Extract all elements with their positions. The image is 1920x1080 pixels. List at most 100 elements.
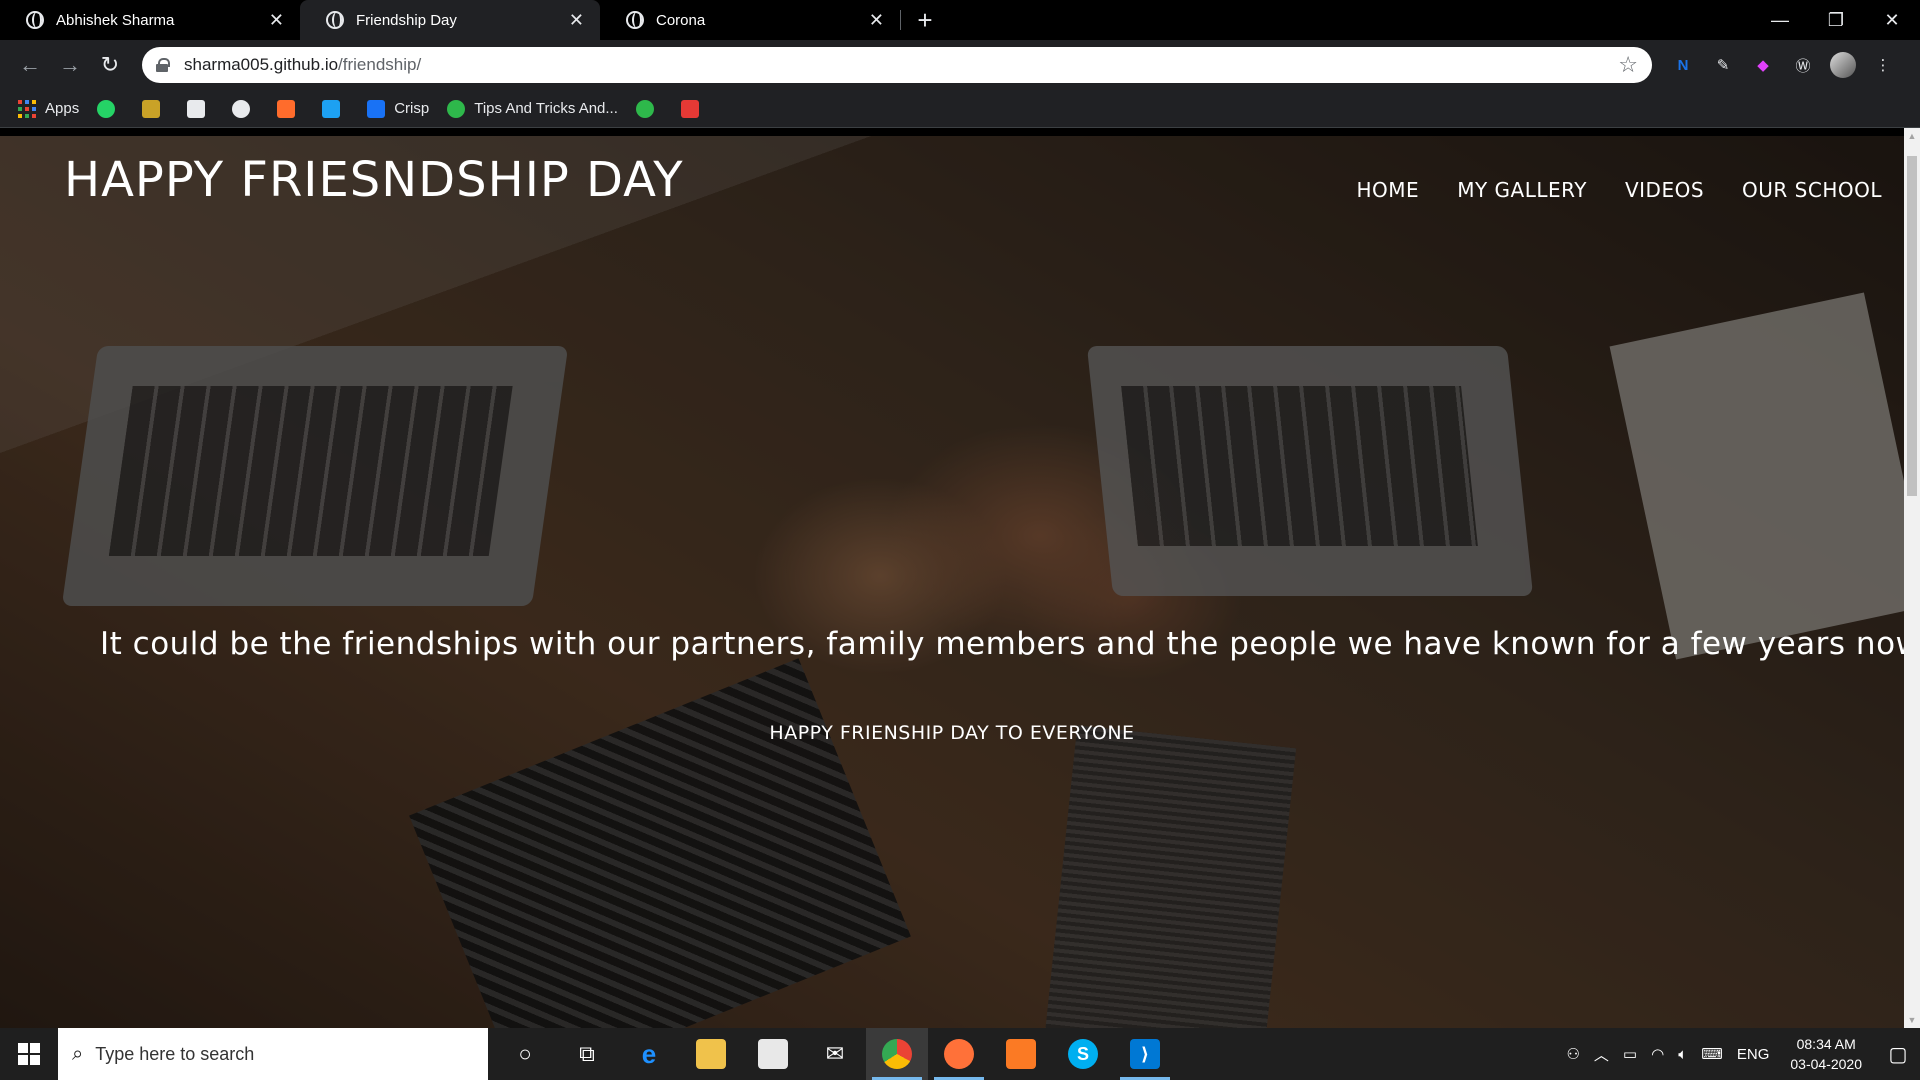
page-viewport: HAPPY FRIESNDSHIP DAY HOME MY GALLERY VI…: [0, 136, 1904, 1028]
firefox-icon[interactable]: [928, 1028, 990, 1080]
system-tray: ⚇ ︿ ▭ ◠ 🔈︎ ⌨ ENG 08:34 AM 03-04-2020 ▢: [1559, 1028, 1920, 1080]
tab-title: Corona: [656, 11, 706, 29]
tab-abhishek-sharma[interactable]: Abhishek Sharma ✕: [0, 0, 300, 40]
taskbar-apps: ○ ⧉ e ✉ S ⟩: [494, 1028, 1176, 1080]
chevron-up-icon[interactable]: ︿: [1594, 1044, 1609, 1065]
search-placeholder: Type here to search: [95, 1043, 255, 1064]
nav-videos[interactable]: VIDEOS: [1625, 178, 1704, 202]
nav-our-school[interactable]: OUR SCHOOL: [1742, 178, 1882, 202]
wifi-icon[interactable]: ◠: [1651, 1045, 1664, 1063]
bookmarks-bar: Apps Crisp Tips And Tricks And...: [0, 90, 1920, 128]
cc-icon: [187, 99, 206, 118]
bookmark-whatsapp[interactable]: [97, 99, 124, 118]
reload-button[interactable]: ↻: [92, 47, 128, 83]
edge-icon[interactable]: e: [618, 1028, 680, 1080]
globe-icon: [626, 11, 644, 29]
notification-icon[interactable]: ▢: [1876, 1042, 1920, 1067]
nav-my-gallery[interactable]: MY GALLERY: [1457, 178, 1587, 202]
clock[interactable]: 08:34 AM 03-04-2020: [1790, 1034, 1862, 1074]
window-controls: — ❐ ✕: [1752, 0, 1920, 40]
forward-button[interactable]: →: [52, 47, 88, 83]
cortana-icon[interactable]: ○: [494, 1028, 556, 1080]
task-view-icon[interactable]: ⧉: [556, 1028, 618, 1080]
back-button[interactable]: ←: [12, 47, 48, 83]
site-title: HAPPY FRIESNDSHIP DAY: [64, 152, 684, 208]
tab-close-icon[interactable]: ✕: [269, 10, 284, 31]
scroll-up-arrow-icon[interactable]: ▲: [1904, 128, 1920, 144]
url-text[interactable]: sharma005.github.io/friendship/: [184, 55, 1618, 75]
extension-n-icon[interactable]: N: [1670, 52, 1696, 78]
xampp-icon[interactable]: [990, 1028, 1052, 1080]
new-tab-button[interactable]: +: [905, 0, 945, 40]
bookmark-globe[interactable]: [232, 99, 259, 118]
profile-avatar[interactable]: [1830, 52, 1856, 78]
bookmark-crisp[interactable]: Crisp: [367, 99, 430, 118]
close-window-button[interactable]: ✕: [1864, 0, 1920, 40]
extension-color-icon[interactable]: ◆: [1750, 52, 1776, 78]
scrollbar-thumb[interactable]: [1907, 156, 1917, 496]
tab-separator: [900, 10, 901, 30]
bookmark-label: Tips And Tricks And...: [474, 100, 618, 117]
bookmark-p[interactable]: [635, 99, 663, 118]
bookmark-red[interactable]: [680, 99, 708, 118]
extension-w-icon[interactable]: Ⓦ: [1790, 52, 1816, 78]
globe-icon: [326, 11, 344, 29]
people-icon[interactable]: ⚇: [1566, 1045, 1579, 1063]
store-icon[interactable]: [742, 1028, 804, 1080]
extensions-area: N ✎ ◆ Ⓦ ⋮: [1670, 52, 1896, 78]
address-bar[interactable]: sharma005.github.io/friendship/ ☆: [142, 47, 1652, 83]
url-path: /friendship/: [338, 55, 422, 74]
minimize-button[interactable]: —: [1752, 0, 1808, 40]
mail-icon[interactable]: ✉: [804, 1028, 866, 1080]
restore-button[interactable]: ❐: [1808, 0, 1864, 40]
scroll-down-arrow-icon[interactable]: ▼: [1904, 1012, 1920, 1028]
bookmark-cc[interactable]: [187, 99, 214, 118]
windows-taskbar: ⌕ Type here to search ○ ⧉ e ✉ S ⟩ ⚇ ︿ ▭ …: [0, 1028, 1920, 1080]
vscode-icon[interactable]: ⟩: [1114, 1028, 1176, 1080]
globe-icon: [26, 11, 44, 29]
language-indicator[interactable]: ENG: [1737, 1046, 1770, 1063]
main-nav: HOME MY GALLERY VIDEOS OUR SCHOOL: [1357, 178, 1882, 202]
crisp-icon: [367, 99, 386, 118]
bookmark-label: Apps: [45, 100, 80, 117]
bookmark-tips[interactable]: Tips And Tricks And...: [447, 99, 618, 118]
apps-grid-icon: [18, 99, 36, 118]
tab-strip: Abhishek Sharma ✕ Friendship Day ✕ Coron…: [0, 0, 1920, 40]
tab-friendship-day[interactable]: Friendship Day ✕: [300, 0, 600, 40]
bookmark-y[interactable]: [322, 99, 349, 118]
extension-pen-icon[interactable]: ✎: [1710, 52, 1736, 78]
menu-kebab-icon[interactable]: ⋮: [1870, 52, 1896, 78]
start-button[interactable]: [0, 1028, 58, 1080]
bookmark-label: Crisp: [394, 100, 430, 117]
skype-icon[interactable]: S: [1052, 1028, 1114, 1080]
tab-corona[interactable]: Corona ✕: [600, 0, 900, 40]
y-icon: [322, 99, 341, 118]
whatsapp-icon: [97, 99, 116, 118]
search-icon: ⌕: [72, 1042, 84, 1065]
bookmark-cp[interactable]: [277, 99, 304, 118]
battery-icon[interactable]: ▭: [1623, 1045, 1637, 1063]
tab-close-icon[interactable]: ✕: [569, 10, 584, 31]
bookmark-star-icon[interactable]: ☆: [1618, 52, 1638, 78]
lock-icon[interactable]: [156, 58, 170, 72]
red-squares-icon: [680, 99, 699, 118]
keyboard-icon[interactable]: ⌨: [1701, 1045, 1723, 1063]
bookmark-apps[interactable]: Apps: [18, 99, 80, 118]
tab-title: Friendship Day: [356, 11, 457, 29]
p-green-icon: [635, 99, 654, 118]
cpanel-icon: [277, 99, 296, 118]
folder-icon: [142, 99, 161, 118]
taskbar-search-box[interactable]: ⌕ Type here to search: [58, 1028, 488, 1080]
nav-home[interactable]: HOME: [1357, 178, 1420, 202]
bookmark-folder[interactable]: [142, 99, 169, 118]
p-green-icon: [447, 99, 466, 118]
chrome-icon[interactable]: [866, 1028, 928, 1080]
clock-date: 03-04-2020: [1790, 1056, 1862, 1072]
hero-overlay: [0, 136, 1904, 1028]
globe-icon: [232, 99, 251, 118]
url-host: sharma005.github.io: [184, 55, 339, 74]
file-explorer-icon[interactable]: [680, 1028, 742, 1080]
volume-icon[interactable]: 🔈︎: [1678, 1046, 1687, 1063]
page-scrollbar[interactable]: ▲ ▼: [1904, 128, 1920, 1028]
tab-close-icon[interactable]: ✕: [869, 10, 884, 31]
